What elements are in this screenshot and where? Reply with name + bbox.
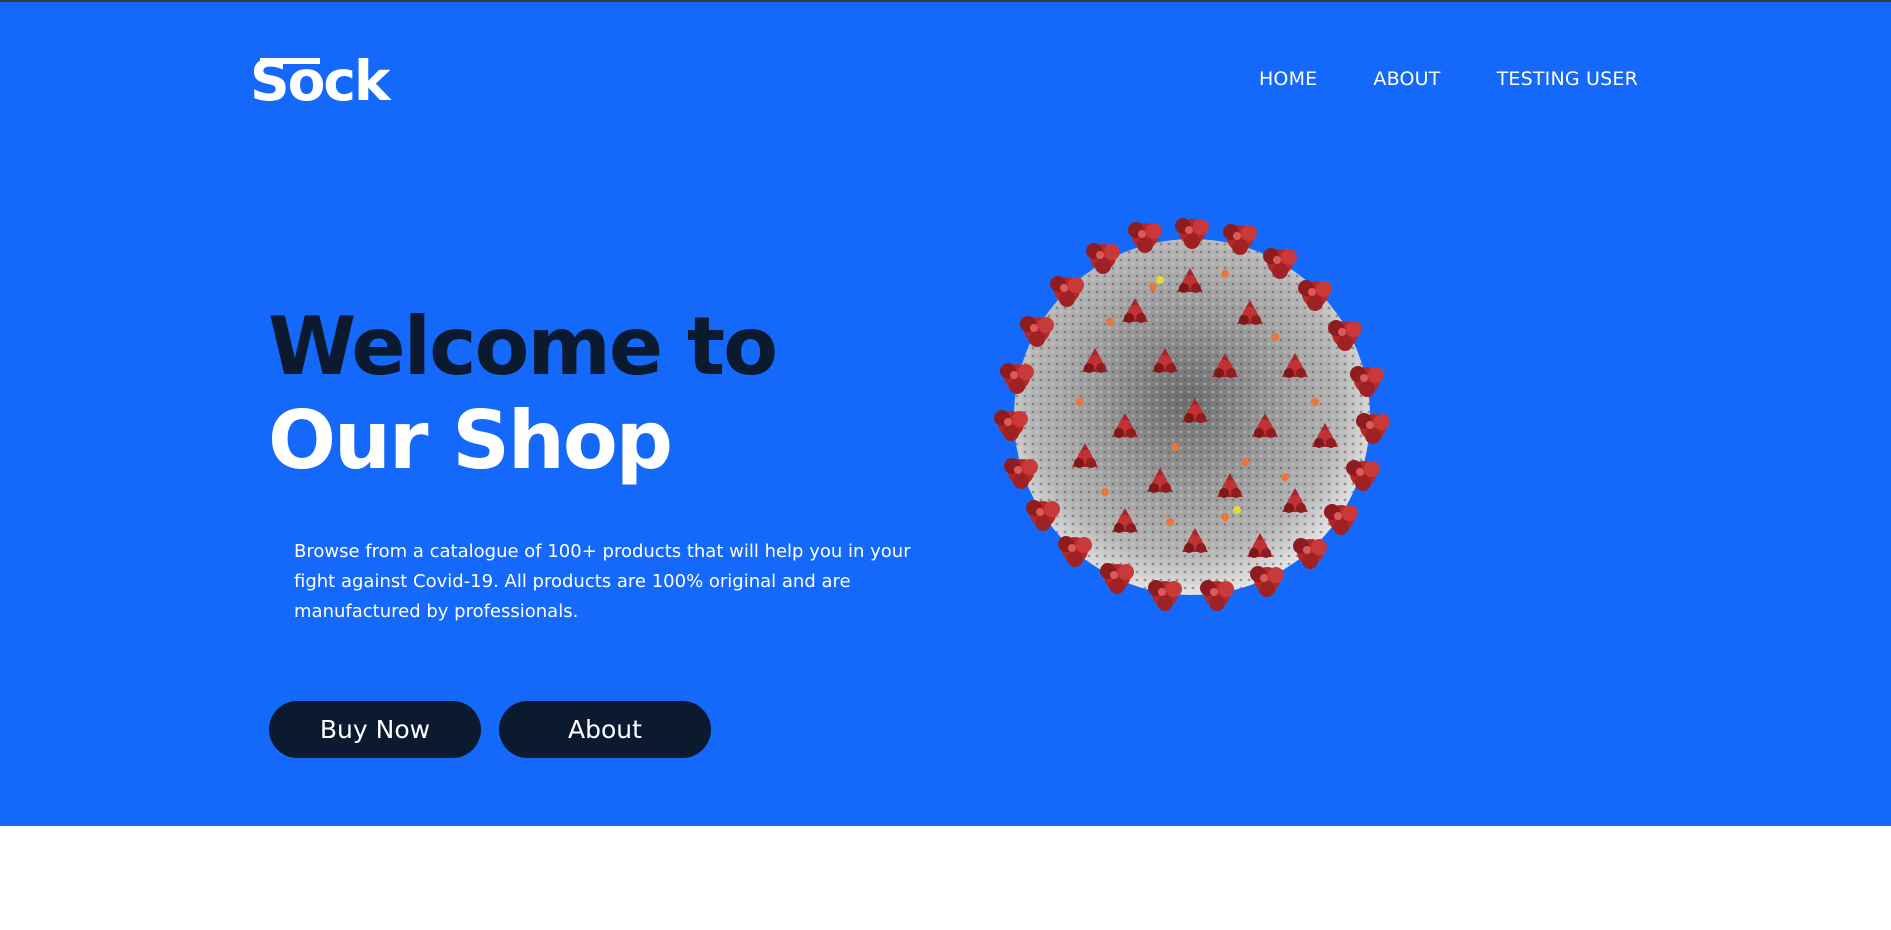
coronavirus-illustration — [994, 218, 1390, 611]
logo-accent-bar — [260, 58, 320, 64]
nav-home-link[interactable]: HOME — [1259, 68, 1317, 90]
hero-title: Welcome to Our Shop — [268, 300, 778, 488]
buy-now-button[interactable]: Buy Now — [269, 701, 481, 758]
nav-about-link[interactable]: ABOUT — [1373, 68, 1440, 90]
hero-title-line1: Welcome to — [268, 300, 778, 393]
hero-title-line2: Our Shop — [268, 394, 673, 487]
hero-section: Sock HOME ABOUT TESTING USER Welcome to … — [0, 2, 1891, 826]
nav-testing-user-link[interactable]: TESTING USER — [1497, 68, 1638, 90]
main-nav: HOME ABOUT TESTING USER — [1259, 68, 1638, 90]
hero-description: Browse from a catalogue of 100+ products… — [294, 541, 911, 622]
about-button[interactable]: About — [499, 701, 711, 758]
